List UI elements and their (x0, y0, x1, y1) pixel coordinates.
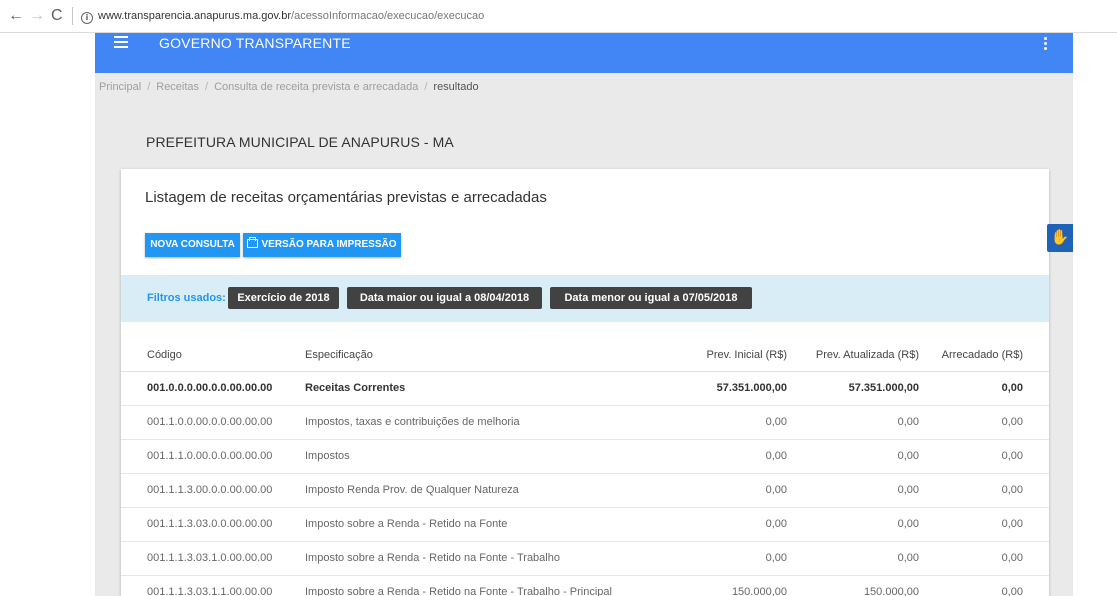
row-updated: 0,00 (897, 450, 919, 462)
row-code: 001.0.0.0.00.0.0.00.00.00 (147, 382, 273, 394)
url-domain: www.transparencia.anapurus.ma.gov.br (98, 10, 292, 22)
table-header-row: Código Especificação Prev. Inicial (R$) … (121, 339, 1049, 372)
arrow-left-icon[interactable]: ← (8, 7, 24, 25)
row-initial: 0,00 (765, 484, 787, 496)
breadcrumb-principal[interactable]: Principal (99, 81, 141, 93)
filter-chip-year: Exercício de 2018 (228, 287, 339, 309)
reload-icon[interactable]: C (51, 7, 63, 25)
row-collected: 0,00 (1001, 382, 1023, 394)
row-updated: 0,00 (897, 484, 919, 496)
row-code: 001.1.1.3.03.0.0.00.00.00 (147, 518, 273, 530)
row-code: 001.1.1.3.00.0.0.00.00.00 (147, 484, 273, 496)
breadcrumb-receitas[interactable]: Receitas (156, 81, 199, 93)
table-row[interactable]: 001.1.1.0.00.0.0.00.00.00 Impostos 0,00 … (121, 440, 1049, 474)
header-updated: Prev. Atualizada (R$) (815, 349, 919, 361)
row-spec: Receitas Correntes (305, 382, 406, 394)
breadcrumb-consulta[interactable]: Consulta de receita prevista e arrecadad… (214, 81, 418, 93)
brand-title[interactable]: GOVERNO TRANSPARENTE (159, 35, 351, 51)
row-initial: 0,00 (765, 518, 787, 530)
page-title: PREFEITURA MUNICIPAL DE ANAPURUS - MA (146, 134, 454, 150)
filter-chip-date-from: Data maior ou igual a 08/04/2018 (347, 287, 542, 309)
table-row[interactable]: 001.1.1.3.00.0.0.00.00.00 Imposto Renda … (121, 474, 1049, 508)
row-collected: 0,00 (1001, 484, 1023, 496)
row-collected: 0,00 (1001, 518, 1023, 530)
row-spec: Imposto sobre a Renda - Retido na Fonte … (305, 552, 560, 564)
top-app-bar: GOVERNO TRANSPARENTE (95, 33, 1073, 73)
print-version-button[interactable]: VERSÃO PARA IMPRESSÃO (243, 233, 401, 257)
row-code: 001.1.1.0.00.0.0.00.00.00 (147, 450, 273, 462)
row-collected: 0,00 (1001, 416, 1023, 428)
row-initial: 0,00 (765, 450, 787, 462)
browser-toolbar: ← → C i www.transparencia.anapurus.ma.gov… (0, 0, 1117, 33)
print-version-label: VERSÃO PARA IMPRESSÃO (261, 239, 397, 250)
row-collected: 0,00 (1001, 552, 1023, 564)
row-updated: 0,00 (897, 552, 919, 564)
url-path: /acessoInformacao/execucao/execucao (291, 10, 485, 22)
row-initial: 150.000,00 (731, 586, 787, 596)
row-spec: Imposto sobre a Renda - Retido na Fonte … (305, 586, 612, 596)
row-spec: Imposto sobre a Renda - Retido na Fonte (305, 518, 508, 530)
row-code: 001.1.1.3.03.1.1.00.00.00 (147, 586, 273, 596)
info-icon[interactable]: i (81, 12, 93, 24)
row-collected: 0,00 (1001, 586, 1023, 596)
hamburger-menu-icon[interactable] (114, 36, 128, 51)
row-spec: Impostos, taxas e contribuições de melho… (305, 416, 520, 428)
row-initial: 0,00 (765, 416, 787, 428)
filters-label: Filtros usados: (147, 292, 226, 304)
page-container: GOVERNO TRANSPARENTE Principal / Receitas /… (95, 33, 1073, 596)
printer-icon (247, 237, 259, 248)
header-spec: Especificação (305, 349, 373, 361)
card-title: Listagem de receitas orçamentárias previ… (145, 189, 547, 206)
row-code: 001.1.1.3.03.1.0.00.00.00 (147, 552, 273, 564)
row-spec: Impostos (305, 450, 350, 462)
breadcrumb-resultado: resultado (433, 81, 479, 93)
row-updated: 57.351.000,00 (848, 382, 919, 394)
table-row[interactable]: 001.0.0.0.00.0.0.00.00.00 Receitas Corre… (121, 372, 1049, 406)
header-initial: Prev. Inicial (R$) (706, 349, 787, 361)
address-bar[interactable]: i www.transparencia.anapurus.ma.gov.br/ac… (72, 7, 484, 25)
row-updated: 0,00 (897, 416, 919, 428)
table-row[interactable]: 001.1.1.3.03.0.0.00.00.00 Imposto sobre … (121, 508, 1049, 542)
row-code: 001.1.0.0.00.0.0.00.00.00 (147, 416, 273, 428)
kebab-menu-icon[interactable] (1044, 37, 1047, 52)
new-query-button[interactable]: NOVA CONSULTA (145, 233, 240, 257)
table-row[interactable]: 001.1.1.3.03.1.1.00.00.00 Imposto sobre … (121, 576, 1049, 596)
sign-language-hand-icon[interactable]: ✋ (1047, 224, 1073, 252)
header-collected: Arrecadado (R$) (941, 349, 1023, 361)
filters-bar: Filtros usados: Exercício de 2018 Data m… (121, 275, 1049, 322)
row-spec: Imposto Renda Prov. de Qualquer Natureza (305, 484, 519, 496)
table-row[interactable]: 001.1.1.3.03.1.0.00.00.00 Imposto sobre … (121, 542, 1049, 576)
arrow-right-icon[interactable]: → (29, 7, 45, 25)
row-updated: 150.000,00 (863, 586, 919, 596)
row-initial: 57.351.000,00 (716, 382, 787, 394)
table-row[interactable]: 001.1.0.0.00.0.0.00.00.00 Impostos, taxa… (121, 406, 1049, 440)
row-initial: 0,00 (765, 552, 787, 564)
row-collected: 0,00 (1001, 450, 1023, 462)
results-card: Listagem de receitas orçamentárias previ… (121, 169, 1049, 596)
revenue-table: Código Especificação Prev. Inicial (R$) … (121, 339, 1049, 596)
breadcrumb: Principal / Receitas / Consulta de receita p… (99, 81, 479, 93)
header-code: Código (147, 349, 182, 361)
row-updated: 0,00 (897, 518, 919, 530)
filter-chip-date-to: Data menor ou igual a 07/05/2018 (550, 287, 752, 309)
